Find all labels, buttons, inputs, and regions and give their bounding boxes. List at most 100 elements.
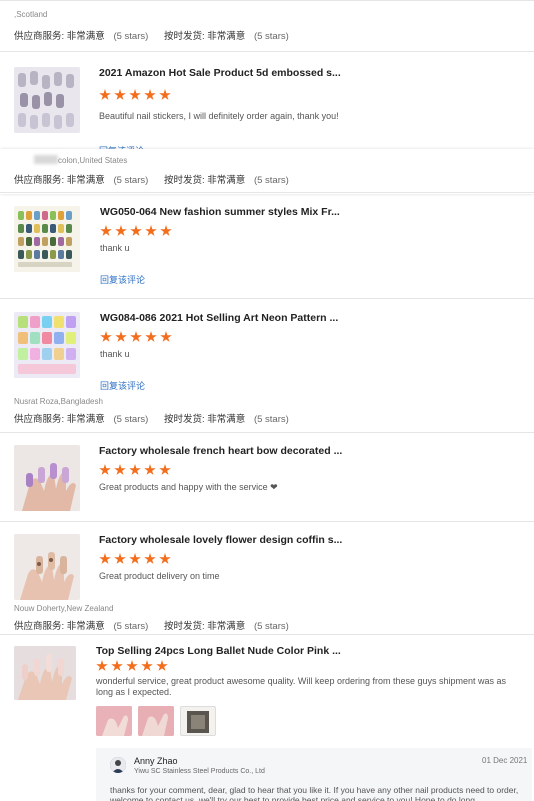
nail-sticker-image <box>14 312 80 378</box>
star-icon <box>99 89 111 100</box>
product-title[interactable]: Top Selling 24pcs Long Ballet Nude Color… <box>96 645 516 657</box>
supplier-service-value: 非常满意 <box>66 31 105 42</box>
star-icon <box>159 553 171 564</box>
nail-photo-image <box>138 706 174 736</box>
redacted-name <box>34 155 58 164</box>
reply-date: 01 Dec 2021 <box>482 756 528 765</box>
star-icon <box>100 331 112 342</box>
product-title[interactable]: WG084-086 2021 Hot Selling Art Neon Patt… <box>100 312 520 324</box>
supplier-service-value: 非常满意 <box>66 621 105 632</box>
ontime-label: 按时发货: <box>164 175 205 186</box>
ontime-value: 非常满意 <box>207 414 246 425</box>
reviewer-location: colon,United States <box>58 156 128 165</box>
reply-link[interactable]: 回复该评论 <box>100 273 145 286</box>
rating-stars <box>100 331 172 343</box>
supplier-service-value: 非常满意 <box>66 175 105 186</box>
nail-sticker-image <box>14 67 80 133</box>
star-icon <box>114 464 126 475</box>
ontime-delivery-rating: 按时发货: 非常满意 (5 stars) <box>164 28 289 42</box>
reply-link[interactable]: 回复该评论 <box>100 379 145 392</box>
product-thumbnail[interactable] <box>14 646 76 700</box>
ontime-stars: (5 stars) <box>253 31 289 42</box>
reviewer-location: Nouw Doherty,New Zealand <box>14 604 114 613</box>
product-title[interactable]: 2021 Amazon Hot Sale Product 5d embossed… <box>99 67 519 79</box>
divider <box>0 634 534 635</box>
star-icon <box>144 464 156 475</box>
rating-stars <box>99 89 171 101</box>
product-thumbnail[interactable] <box>14 445 80 511</box>
star-icon <box>115 331 127 342</box>
star-icon <box>160 225 172 236</box>
divider <box>0 521 534 522</box>
supplier-service-rating: 供应商服务: 非常满意 (5 stars) <box>14 411 148 425</box>
review-photo[interactable] <box>138 706 174 736</box>
nail-photo-image <box>96 706 132 736</box>
star-icon <box>156 660 168 671</box>
review-photo[interactable] <box>96 706 132 736</box>
ontime-stars: (5 stars) <box>253 621 289 632</box>
reply-author-name: Anny Zhao <box>134 756 178 766</box>
nail-hand-image <box>14 445 80 511</box>
star-icon <box>144 553 156 564</box>
rating-stars <box>100 225 172 237</box>
review-comment: wonderful service, great product awesome… <box>96 676 507 697</box>
star-icon <box>129 464 141 475</box>
review-photo[interactable] <box>180 706 216 736</box>
product-thumbnail[interactable] <box>14 312 80 378</box>
review-comment: thank u <box>100 243 130 253</box>
star-icon <box>114 89 126 100</box>
supplier-service-rating: 供应商服务: 非常满意 (5 stars) <box>14 28 148 42</box>
nail-hand-image <box>14 646 76 700</box>
star-icon <box>99 464 111 475</box>
star-icon <box>100 225 112 236</box>
reviewer-location: ,Scotland <box>14 10 48 19</box>
product-title[interactable]: Factory wholesale lovely flower design c… <box>99 534 519 546</box>
supplier-service-stars: (5 stars) <box>113 31 149 42</box>
star-icon <box>111 660 123 671</box>
star-icon <box>114 553 126 564</box>
nail-hand-image <box>14 534 80 600</box>
supplier-service-label: 供应商服务: <box>14 31 65 42</box>
star-icon <box>141 660 153 671</box>
star-icon <box>159 464 171 475</box>
ontime-value: 非常满意 <box>207 31 246 42</box>
ontime-delivery-rating: 按时发货: 非常满意 (5 stars) <box>164 172 289 186</box>
divider <box>0 51 534 52</box>
product-thumbnail[interactable] <box>14 67 80 133</box>
ontime-stars: (5 stars) <box>253 175 289 186</box>
review-comment: Great product delivery on time <box>99 571 220 581</box>
star-icon <box>145 225 157 236</box>
reviewer-location: Nusrat Roza,Bangladesh <box>14 397 103 406</box>
review-comment: Beautiful nail stickers, I will definite… <box>99 111 339 121</box>
divider <box>0 192 534 193</box>
star-icon <box>130 225 142 236</box>
rating-stars <box>99 553 171 565</box>
star-icon <box>96 660 108 671</box>
product-thumbnail[interactable] <box>14 534 80 600</box>
ontime-value: 非常满意 <box>207 621 246 632</box>
star-icon <box>126 660 138 671</box>
supplier-service-stars: (5 stars) <box>113 175 149 186</box>
reply-company: Yiwu SC Stainless Steel Products Co., Lt… <box>134 768 265 775</box>
product-title[interactable]: Factory wholesale french heart bow decor… <box>99 445 519 457</box>
review-comment: Great products and happy with the servic… <box>99 482 278 492</box>
supplier-service-label: 供应商服务: <box>14 621 65 632</box>
supplier-service-label: 供应商服务: <box>14 414 65 425</box>
divider <box>0 432 534 433</box>
ontime-label: 按时发货: <box>164 621 205 632</box>
product-thumbnail[interactable] <box>14 206 80 272</box>
star-icon <box>145 331 157 342</box>
top-border <box>0 0 534 1</box>
star-icon <box>160 331 172 342</box>
ontime-value: 非常满意 <box>207 175 246 186</box>
ontime-stars: (5 stars) <box>253 414 289 425</box>
supplier-service-stars: (5 stars) <box>113 621 149 632</box>
star-icon <box>129 553 141 564</box>
star-icon <box>130 331 142 342</box>
star-icon <box>115 225 127 236</box>
star-icon <box>144 89 156 100</box>
user-avatar-icon <box>110 757 126 773</box>
product-title[interactable]: WG050-064 New fashion summer styles Mix … <box>100 206 520 218</box>
supplier-service-stars: (5 stars) <box>113 414 149 425</box>
supplier-service-rating: 供应商服务: 非常满意 (5 stars) <box>14 172 148 186</box>
